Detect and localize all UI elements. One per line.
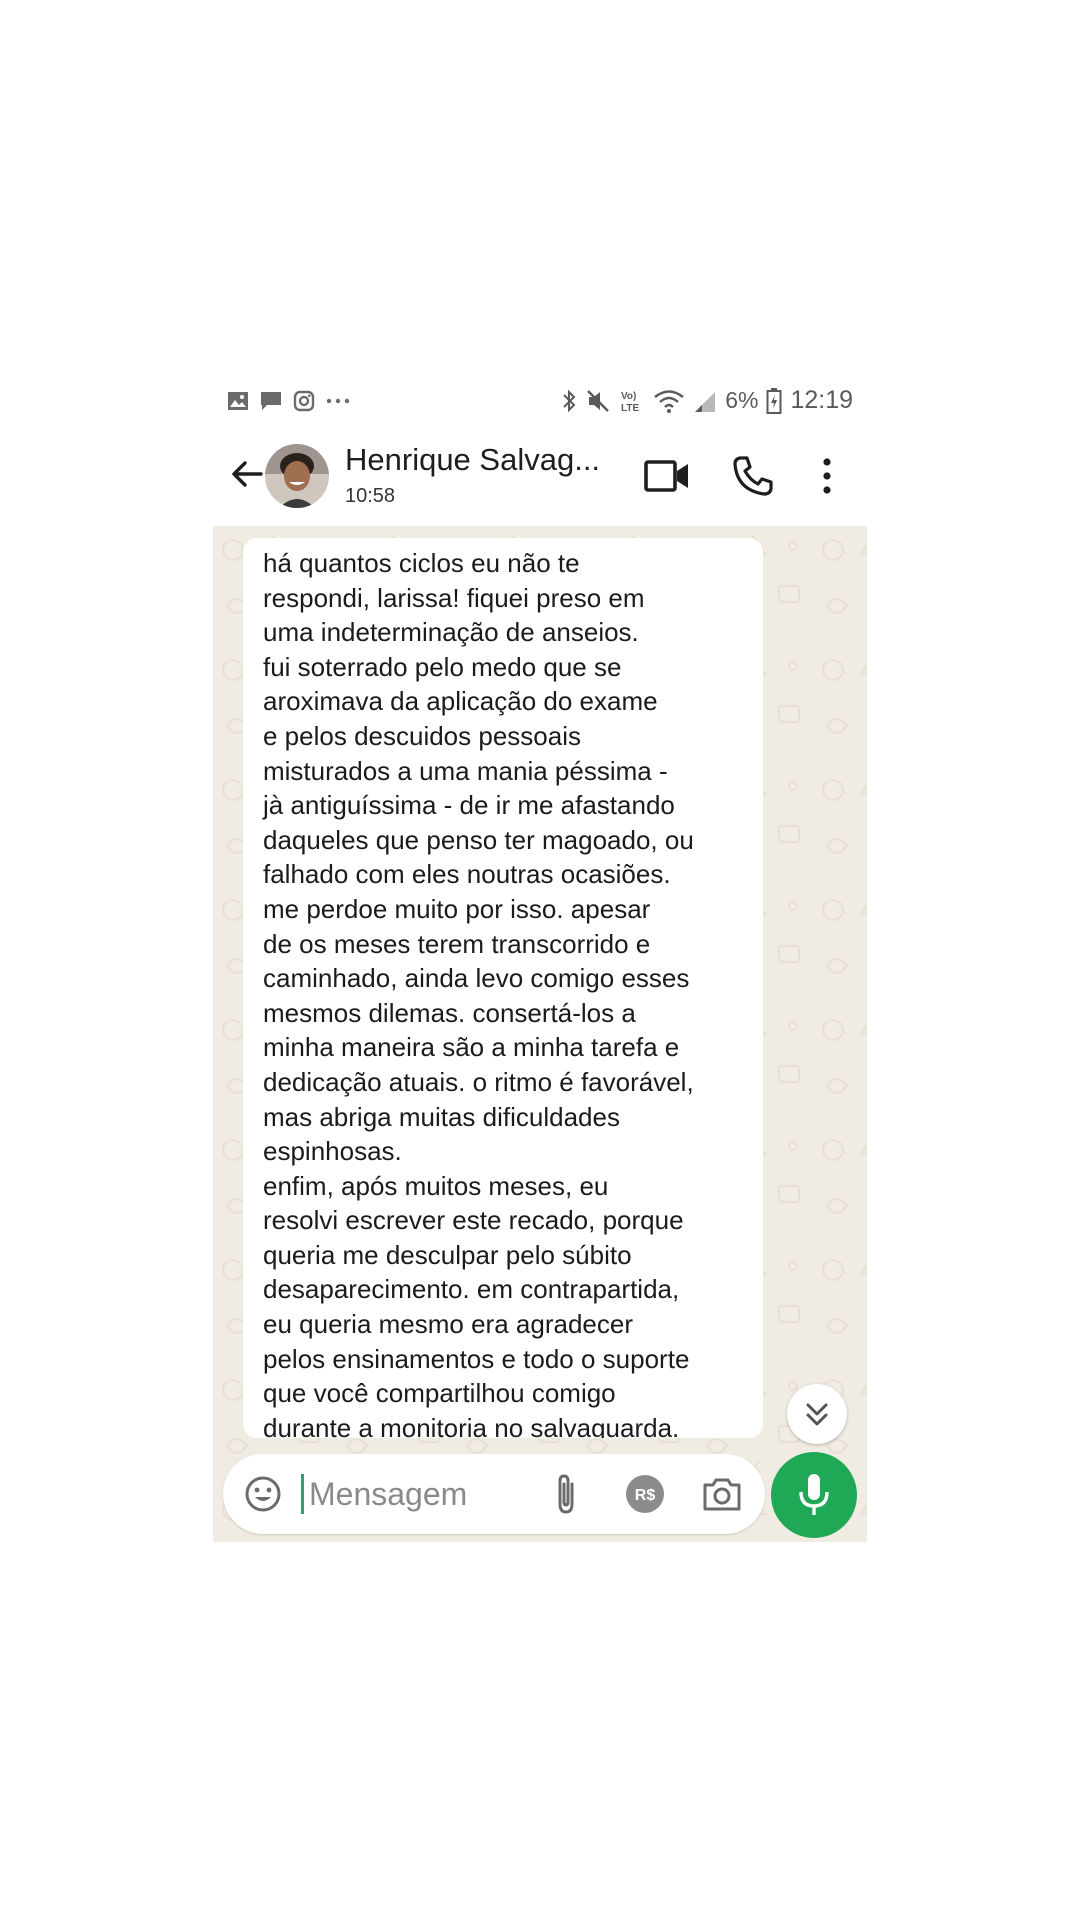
last-seen-time: 10:58 [345, 485, 396, 507]
battery-icon [766, 387, 782, 414]
scroll-down-icon[interactable] [787, 1384, 847, 1444]
svg-text:Vo): Vo) [621, 391, 636, 402]
chat-header: Henrique Salvag... 10:58 [213, 432, 867, 524]
mute-icon [587, 389, 610, 412]
message-bubble[interactable]: há quantos ciclos eu não te respondi, la… [243, 538, 763, 1438]
message-input[interactable] [307, 1468, 511, 1520]
gallery-icon [228, 392, 248, 410]
contact-name[interactable]: Henrique Salvag... [345, 442, 600, 478]
attach-icon[interactable] [551, 1472, 581, 1516]
message-text: há quantos ciclos eu não te respondi, la… [263, 548, 694, 1438]
video-call-icon[interactable] [643, 456, 691, 496]
avatar[interactable] [265, 444, 329, 508]
message-composer: R$ [223, 1454, 765, 1534]
phone-call-icon[interactable] [731, 454, 775, 498]
text-caret [301, 1474, 304, 1514]
more-vert-icon[interactable] [817, 454, 837, 498]
battery-percent: 6% [725, 387, 759, 413]
svg-text:LTE: LTE [621, 403, 639, 414]
camera-icon[interactable] [701, 1474, 743, 1514]
emoji-icon[interactable] [243, 1474, 283, 1514]
more-dots-icon [326, 398, 350, 404]
signal-icon [695, 391, 716, 412]
bluetooth-icon [563, 389, 576, 412]
whatsapp-chat-screen: Vo) LTE 6% 12:19 Henrique Salvag... 10:5… [213, 372, 867, 1542]
back-arrow-icon[interactable] [225, 452, 269, 496]
mic-icon[interactable] [771, 1452, 857, 1538]
wifi-icon [654, 389, 684, 413]
payment-label: R$ [635, 1487, 656, 1504]
notification-icons [227, 390, 351, 412]
status-bar: Vo) LTE 6% 12:19 [213, 372, 867, 432]
instagram-icon [293, 390, 315, 412]
chat-area[interactable]: há quantos ciclos eu não te respondi, la… [213, 526, 867, 1542]
payment-icon[interactable]: R$ [625, 1474, 665, 1514]
system-icons: Vo) LTE 6% 12:19 [561, 386, 853, 415]
message-icon [261, 392, 281, 410]
clock: 12:19 [790, 386, 853, 414]
volte-icon: Vo) LTE [621, 391, 639, 414]
